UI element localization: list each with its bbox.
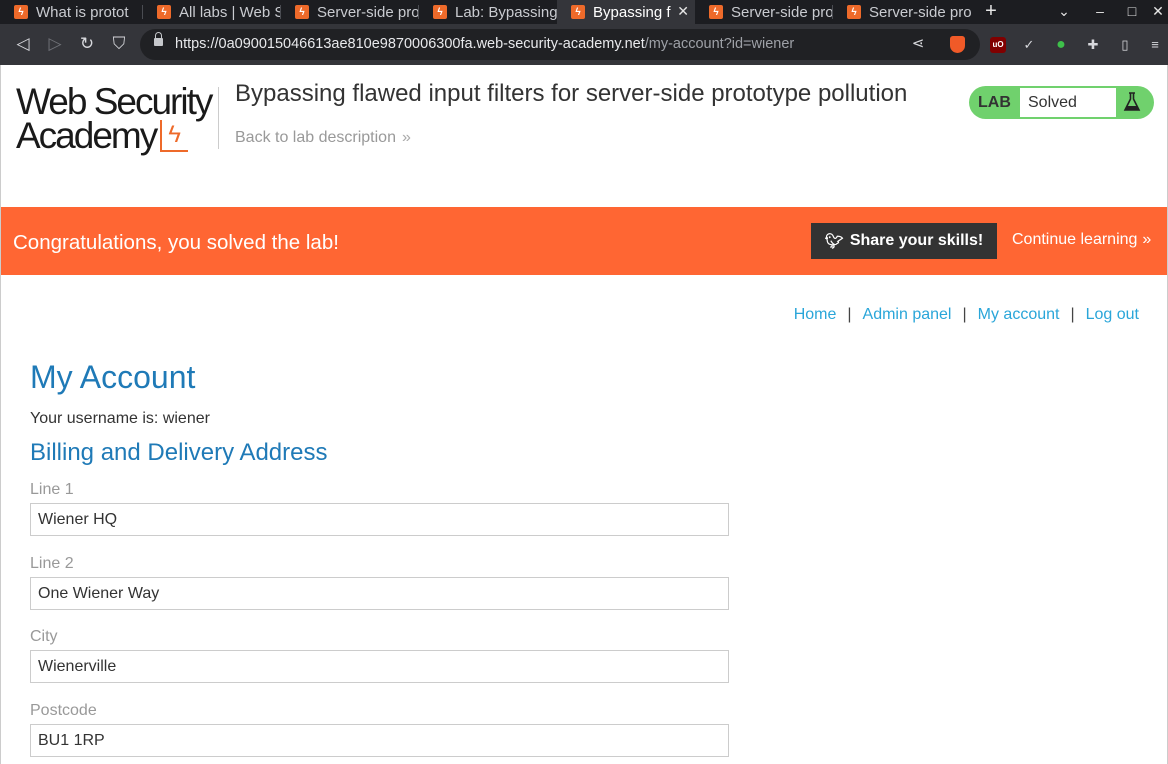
back-to-lab-description-link[interactable]: Back to lab description»: [235, 129, 411, 147]
logo-divider: [218, 87, 219, 149]
lock-icon: [154, 32, 163, 46]
username-text: Your username is: wiener: [30, 410, 210, 427]
portswigger-favicon-icon: ϟ: [571, 5, 585, 19]
lab-solved-banner: Congratulations, you solved the lab! 🐦︎ …: [1, 207, 1167, 275]
congratulations-message: Congratulations, you solved the lab!: [13, 231, 339, 254]
double-chevron-right-icon: »: [1142, 231, 1152, 248]
portswigger-favicon-icon: ϟ: [295, 5, 309, 19]
web-page: Web Security Academy Bypassing flawed in…: [0, 65, 1168, 764]
city-input[interactable]: [30, 650, 729, 683]
address-heading: Billing and Delivery Address: [30, 439, 328, 466]
postcode-label: Postcode: [30, 702, 97, 719]
portswigger-favicon-icon: ϟ: [157, 5, 171, 19]
brave-shield-icon[interactable]: [950, 36, 965, 53]
nav-home-link[interactable]: Home: [794, 306, 837, 323]
sidebar-icon[interactable]: ▯: [1117, 37, 1133, 53]
portswigger-favicon-icon: ϟ: [847, 5, 861, 19]
continue-learning-link[interactable]: Continue learning»: [1012, 231, 1151, 249]
forward-icon[interactable]: ▷: [44, 33, 66, 55]
tab-list-chevron-icon[interactable]: ⌄: [1054, 0, 1074, 24]
browser-tab[interactable]: ϟ Server-side pro: [833, 0, 971, 24]
double-chevron-right-icon: »: [401, 129, 411, 146]
close-tab-icon[interactable]: ✕: [677, 3, 689, 20]
checkmark-extension-icon[interactable]: ✓: [1021, 37, 1037, 53]
ublock-extension-icon[interactable]: uO: [990, 37, 1006, 53]
browser-tab-bar: ϟ What is protot ϟ All labs | Web S ϟ Se…: [0, 0, 1168, 24]
share-skills-button[interactable]: 🐦︎ Share your skills!: [811, 223, 997, 259]
nav-log-out-link[interactable]: Log out: [1086, 306, 1139, 323]
line1-input[interactable]: [30, 503, 729, 536]
nav-my-account-link[interactable]: My account: [978, 306, 1060, 323]
page-title: My Account: [30, 359, 196, 395]
url-text[interactable]: https://0a090015046613ae810e9870006300fa…: [175, 36, 794, 52]
line1-label: Line 1: [30, 481, 74, 498]
browser-tab[interactable]: ϟ Server-side pro: [281, 0, 419, 24]
reload-icon[interactable]: ↻: [76, 33, 98, 55]
city-label: City: [30, 628, 58, 645]
maximize-icon[interactable]: □: [1122, 0, 1142, 24]
lab-title: Bypassing flawed input filters for serve…: [235, 80, 908, 107]
lab-status-text: Solved: [1020, 88, 1116, 117]
green-extension-icon[interactable]: ●: [1053, 37, 1069, 53]
nav-admin-panel-link[interactable]: Admin panel: [863, 306, 952, 323]
back-icon[interactable]: ◁: [12, 33, 34, 55]
site-navigation: Home | Admin panel | My account | Log out: [793, 306, 1139, 323]
browser-tab[interactable]: ϟ Server-side pro: [695, 0, 833, 24]
portswigger-favicon-icon: ϟ: [14, 5, 28, 19]
minimize-icon[interactable]: –: [1090, 0, 1110, 24]
new-tab-plus-icon[interactable]: +: [982, 0, 1000, 24]
close-window-icon[interactable]: ✕: [1148, 0, 1168, 24]
twitter-icon: 🐦︎: [824, 233, 844, 250]
browser-tab[interactable]: ϟ All labs | Web S: [143, 0, 281, 24]
browser-tab[interactable]: ϟ Lab: Bypassing: [419, 0, 557, 24]
bookmark-icon[interactable]: ⛉: [108, 33, 130, 55]
portswigger-favicon-icon: ϟ: [433, 5, 447, 19]
address-bar[interactable]: https://0a090015046613ae810e9870006300fa…: [140, 29, 980, 60]
extensions-puzzle-icon[interactable]: ✚: [1085, 37, 1101, 53]
portswigger-favicon-icon: ϟ: [709, 5, 723, 19]
line2-input[interactable]: [30, 577, 729, 610]
browser-tab[interactable]: ϟ What is protot: [0, 0, 143, 24]
web-security-academy-logo[interactable]: Web Security Academy: [16, 83, 216, 154]
share-icon[interactable]: ⋖: [908, 34, 928, 54]
menu-icon[interactable]: ≡: [1147, 37, 1163, 53]
lab-status-badge: LAB Solved: [969, 86, 1154, 119]
browser-toolbar: ◁ ▷ ↻ ⛉ https://0a090015046613ae810e9870…: [0, 24, 1168, 65]
logo-bolt-icon: [160, 118, 189, 152]
browser-tab-active[interactable]: ϟ Bypassing f ✕: [557, 0, 695, 24]
flask-icon: [1123, 92, 1141, 111]
postcode-input[interactable]: [30, 724, 729, 757]
line2-label: Line 2: [30, 555, 74, 572]
